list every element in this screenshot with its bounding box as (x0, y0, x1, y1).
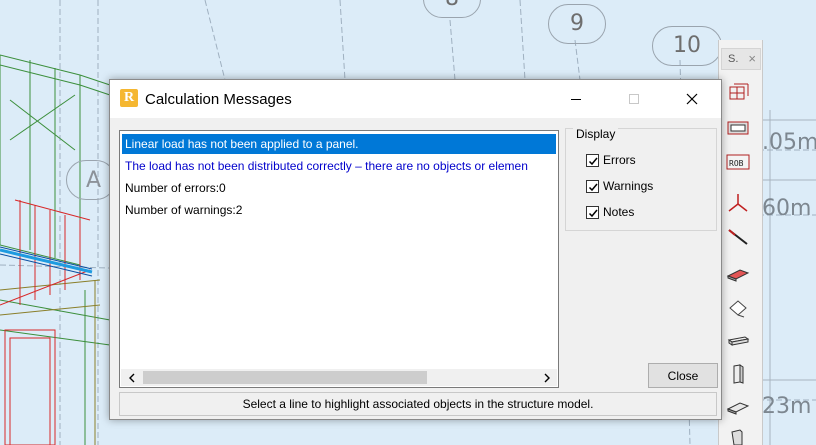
close-window-button[interactable] (669, 80, 715, 118)
message-row-load-distribution[interactable]: The load has not been distributed correc… (122, 156, 556, 176)
dimension-label-2: 60m (762, 196, 812, 221)
beam-icon[interactable] (725, 330, 751, 352)
node-icon[interactable] (725, 192, 751, 214)
message-row-errors-count[interactable]: Number of errors:0 (122, 178, 556, 198)
grid-bubble-10: 10 (652, 26, 722, 66)
display-legend: Display (573, 127, 619, 141)
slab-icon[interactable] (725, 396, 751, 418)
warnings-checkbox-row[interactable]: Warnings (586, 177, 653, 195)
dialog-titlebar[interactable]: R Calculation Messages (110, 80, 721, 118)
checkmark-icon (588, 157, 598, 165)
horizontal-scrollbar[interactable] (121, 369, 557, 386)
rob-icon[interactable]: ROB (725, 151, 751, 173)
close-button[interactable]: Close (648, 363, 718, 388)
message-row-linear-load[interactable]: Linear load has not been applied to a pa… (122, 134, 556, 154)
errors-checkbox-row[interactable]: Errors (586, 151, 636, 169)
scroll-left-button[interactable] (123, 369, 140, 386)
message-row-warnings-count[interactable]: Number of warnings:2 (122, 200, 556, 220)
svg-text:ROB: ROB (729, 159, 744, 168)
solid-icon[interactable] (725, 297, 751, 319)
toolbar-title: S. (728, 53, 739, 65)
minimize-icon (571, 99, 581, 100)
toolbar-header[interactable]: S. × (721, 48, 761, 70)
errors-label: Errors (603, 153, 636, 167)
toolbar-close-icon[interactable]: × (748, 51, 756, 66)
dimension-label-1: .05m (762, 130, 816, 155)
notes-label: Notes (603, 205, 635, 219)
bar-icon[interactable] (725, 226, 751, 248)
chevron-right-icon (544, 373, 550, 382)
section-icon[interactable] (725, 117, 751, 139)
notes-checkbox[interactable] (586, 205, 599, 219)
scroll-right-button[interactable] (538, 369, 555, 386)
dimension-label-3: 23m (762, 394, 812, 419)
message-list[interactable]: Linear load has not been applied to a pa… (119, 130, 559, 388)
robot-app-icon: R (120, 89, 138, 107)
errors-checkbox[interactable] (586, 153, 599, 167)
close-icon (686, 93, 698, 105)
checkmark-icon (588, 209, 598, 217)
minimize-button[interactable] (553, 80, 599, 118)
axis-label-a: A (86, 168, 102, 193)
panel-icon[interactable] (725, 262, 751, 284)
wall-icon[interactable] (725, 426, 751, 445)
structure-toolbar: S. × ROB (718, 40, 763, 445)
scrollbar-thumb[interactable] (143, 371, 427, 384)
checkmark-icon (588, 183, 598, 191)
maximize-icon (629, 94, 639, 104)
grid-icon[interactable] (725, 82, 751, 104)
grid-bubble-9: 9 (548, 4, 606, 44)
warnings-checkbox[interactable] (586, 179, 599, 193)
status-bar: Select a line to highlight associated ob… (119, 392, 717, 416)
column-icon[interactable] (725, 363, 751, 385)
warnings-label: Warnings (603, 179, 654, 193)
dialog-title: Calculation Messages (145, 91, 292, 108)
maximize-button[interactable] (611, 80, 657, 118)
notes-checkbox-row[interactable]: Notes (586, 203, 634, 221)
chevron-left-icon (128, 373, 134, 382)
calculation-messages-dialog: R Calculation Messages Linear load has n… (109, 79, 722, 420)
